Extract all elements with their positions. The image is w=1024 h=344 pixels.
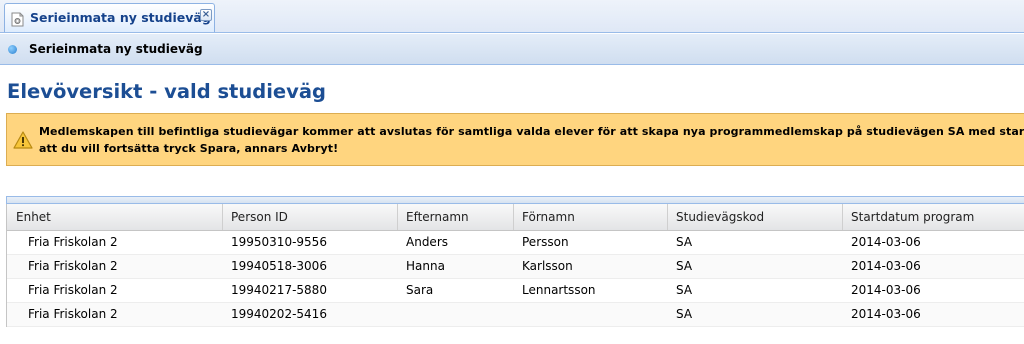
cell-studievagskod: SA xyxy=(676,259,693,273)
column-header-person-id[interactable]: Person ID xyxy=(223,204,398,230)
grid-toolbar xyxy=(6,196,1024,204)
column-header-enhet[interactable]: Enhet xyxy=(7,204,223,230)
cell-fornamn: Persson xyxy=(522,235,569,249)
cell-studievagskod: SA xyxy=(676,283,693,297)
cell-enhet: Fria Friskolan 2 xyxy=(28,235,118,249)
warning-text-line-1: Medlemskapen till befintliga studievägar… xyxy=(39,125,1024,138)
column-header-efternamn[interactable]: Efternamn xyxy=(398,204,514,230)
cell-efternamn: Anders xyxy=(406,235,448,249)
cell-startdatum: 2014-03-06 xyxy=(851,235,921,249)
cell-person-id: 19940217-5880 xyxy=(231,283,327,297)
table-row[interactable]: Fria Friskolan 2 19950310-9556 Anders Pe… xyxy=(7,231,1024,255)
cell-enhet: Fria Friskolan 2 xyxy=(28,307,118,321)
student-grid: Enhet Person ID Efternamn Förnamn Studie… xyxy=(6,204,1024,327)
tab-strip: Serieinmata ny studieväg × xyxy=(0,0,1024,33)
cell-person-id: 19940518-3006 xyxy=(231,259,327,273)
cell-enhet: Fria Friskolan 2 xyxy=(28,283,118,297)
cell-enhet: Fria Friskolan 2 xyxy=(28,259,118,273)
warning-message: Medlemskapen till befintliga studievägar… xyxy=(6,113,1024,166)
close-icon[interactable]: × xyxy=(200,9,212,21)
cell-efternamn xyxy=(398,303,514,326)
tab-serieinmata[interactable]: Serieinmata ny studieväg × xyxy=(4,3,215,32)
cell-startdatum: 2014-03-06 xyxy=(851,259,921,273)
grid-header: Enhet Person ID Efternamn Förnamn Studie… xyxy=(7,204,1024,231)
cell-studievagskod: SA xyxy=(676,307,693,321)
settings-page-icon xyxy=(11,12,25,27)
cell-startdatum: 2014-03-06 xyxy=(851,307,921,321)
warning-text-line-2: att du vill fortsätta tryck Spara, annar… xyxy=(39,142,339,155)
cell-fornamn: Lennartsson xyxy=(522,283,596,297)
cell-efternamn: Hanna xyxy=(406,259,445,273)
cell-fornamn: Karlsson xyxy=(522,259,573,273)
column-header-startdatum[interactable]: Startdatum program xyxy=(843,204,1024,230)
cell-person-id: 19940202-5416 xyxy=(231,307,327,321)
table-row[interactable]: Fria Friskolan 2 19940202-5416 SA 2014-0… xyxy=(7,303,1024,327)
table-row[interactable]: Fria Friskolan 2 19940518-3006 Hanna Kar… xyxy=(7,255,1024,279)
cell-efternamn: Sara xyxy=(406,283,434,297)
table-row[interactable]: Fria Friskolan 2 19940217-5880 Sara Lenn… xyxy=(7,279,1024,303)
column-header-fornamn[interactable]: Förnamn xyxy=(514,204,668,230)
cell-fornamn xyxy=(514,303,668,326)
panel-title: Serieinmata ny studieväg xyxy=(29,42,203,56)
page-title: Elevöversikt - vald studieväg xyxy=(7,80,326,103)
column-header-studievagskod[interactable]: Studievägskod xyxy=(668,204,843,230)
cell-startdatum: 2014-03-06 xyxy=(851,283,921,297)
cell-person-id: 19950310-9556 xyxy=(231,235,327,249)
warning-icon xyxy=(13,131,33,149)
panel-header: Serieinmata ny studieväg xyxy=(0,34,1024,65)
cell-studievagskod: SA xyxy=(676,235,693,249)
tab-label: Serieinmata ny studieväg xyxy=(30,10,211,25)
bullet-icon xyxy=(8,45,17,54)
